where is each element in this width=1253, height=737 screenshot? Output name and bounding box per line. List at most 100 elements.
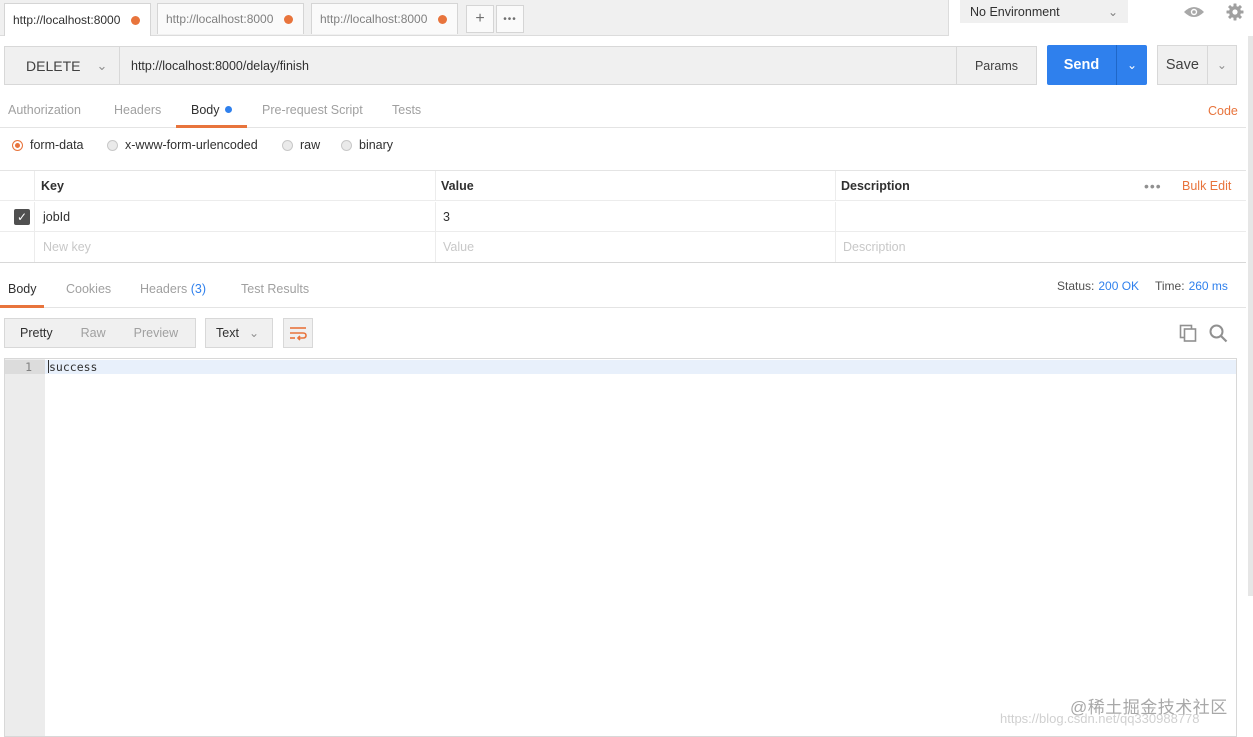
radio-label: raw (300, 138, 321, 152)
view-mode-group: Pretty Raw Preview (4, 318, 196, 348)
line-number-gutter (5, 359, 45, 736)
unsaved-dot-icon (131, 15, 140, 25)
tab-body[interactable]: Body (191, 103, 232, 117)
unsaved-dot-icon (284, 14, 293, 24)
tab-strip: http://localhost:8000 http://localhost:8… (0, 0, 1253, 36)
wrap-lines-button[interactable] (283, 318, 313, 348)
tab-headers[interactable]: Headers (114, 103, 161, 117)
url-text: http://localhost:8000/delay/finish (131, 58, 309, 73)
response-tab-headers[interactable]: Headers (3) (140, 282, 206, 296)
url-input[interactable]: http://localhost:8000/delay/finish (119, 46, 957, 85)
send-options-button[interactable]: ⌄ (1116, 45, 1147, 85)
environment-select[interactable]: No Environment ⌄ (960, 0, 1128, 23)
response-body-editor[interactable]: 1 success (4, 358, 1237, 737)
format-select[interactable]: Text ⌄ (205, 318, 273, 348)
checkmark-icon: ✓ (16, 210, 28, 224)
response-tab-test-results[interactable]: Test Results (241, 282, 309, 296)
new-tab-button[interactable]: + (466, 5, 494, 33)
eye-icon (1184, 7, 1204, 17)
view-raw-button[interactable]: Raw (67, 326, 120, 340)
radio-unchecked-icon (282, 139, 293, 151)
value-field[interactable]: 3 (437, 202, 450, 231)
request-tab-1[interactable]: http://localhost:8000 (4, 3, 151, 36)
tab-label: Headers (140, 282, 188, 296)
chevron-down-icon: ⌄ (1126, 58, 1138, 72)
wrap-lines-icon (290, 327, 307, 341)
radio-binary[interactable]: binary (341, 138, 393, 152)
code-line[interactable]: success (45, 360, 1236, 374)
generate-code-link[interactable]: Code (1208, 104, 1238, 118)
environment-quick-look-button[interactable] (1179, 0, 1209, 24)
view-pretty-button[interactable]: Pretty (5, 326, 67, 340)
request-tab-3[interactable]: http://localhost:8000 (311, 3, 458, 34)
view-preview-button[interactable]: Preview (120, 326, 192, 340)
plus-icon: + (475, 10, 485, 27)
more-options-icon[interactable]: ••• (1144, 178, 1162, 194)
tab-title: http://localhost:8000 (13, 13, 121, 27)
time-readout: Time: 260 ms (1155, 279, 1228, 293)
radio-x-www-form-urlencoded[interactable]: x-www-form-urlencoded (107, 138, 258, 152)
method-select[interactable]: DELETE ⌄ (4, 46, 120, 85)
chevron-down-icon: ⌄ (1107, 4, 1118, 19)
radio-checked-icon (12, 139, 23, 151)
tab-pre-request-script[interactable]: Pre-request Script (262, 103, 363, 117)
form-data-table: Key Value Description ••• Bulk Edit ✓ jo… (0, 170, 1246, 263)
status-label: Status: (1057, 279, 1095, 293)
table-header-row: Key Value Description ••• Bulk Edit (0, 171, 1246, 201)
environment-label: No Environment (970, 4, 1060, 19)
response-tab-body[interactable]: Body (8, 282, 37, 296)
save-button[interactable]: Save (1158, 57, 1207, 73)
unsaved-dot-icon (438, 14, 447, 24)
method-label: DELETE (26, 57, 81, 74)
tab-title: http://localhost:8000 (166, 12, 274, 26)
tab-tests[interactable]: Tests (392, 103, 421, 117)
has-content-dot-icon (224, 106, 232, 113)
new-row: New key Value Description (0, 232, 1246, 262)
watermark: @稀土掘金技术社区 (1070, 698, 1228, 717)
chevron-down-icon: ⌄ (1216, 58, 1227, 72)
time-label: Time: (1155, 279, 1185, 293)
new-key-input[interactable]: New key (37, 232, 91, 262)
scrollbar[interactable] (1248, 36, 1253, 596)
copy-icon[interactable] (1178, 323, 1198, 343)
code-line-text: success (49, 360, 98, 374)
more-icon: ••• (503, 13, 517, 25)
line-number: 1 (5, 360, 45, 374)
save-button-group: Save ⌄ (1157, 45, 1237, 85)
radio-unchecked-icon (107, 139, 118, 151)
key-field[interactable]: jobId (37, 202, 70, 231)
send-button[interactable]: Send (1047, 57, 1116, 73)
radio-unchecked-icon (341, 139, 352, 151)
manage-environments-button[interactable] (1220, 0, 1250, 24)
params-button[interactable]: Params (956, 46, 1037, 85)
save-options-button[interactable]: ⌄ (1206, 46, 1236, 84)
row-enabled-checkbox[interactable]: ✓ (14, 209, 30, 225)
status-value[interactable]: 200 OK (1098, 279, 1139, 293)
column-header-value: Value (441, 178, 474, 193)
gear-icon (1226, 3, 1244, 21)
radio-form-data[interactable]: form-data (12, 138, 84, 152)
headers-count: (3) (190, 282, 207, 296)
request-tab-2[interactable]: http://localhost:8000 (157, 3, 304, 34)
send-button-group: Send ⌄ (1047, 45, 1147, 85)
params-label: Params (974, 58, 1019, 73)
tab-authorization[interactable]: Authorization (8, 103, 81, 117)
radio-raw[interactable]: raw (282, 138, 320, 152)
new-value-input[interactable]: Value (437, 232, 474, 262)
tab-title: http://localhost:8000 (320, 12, 428, 26)
response-tab-cookies[interactable]: Cookies (66, 282, 111, 296)
environment-bar: No Environment ⌄ (948, 0, 1253, 36)
radio-label: binary (359, 138, 394, 152)
search-icon[interactable] (1208, 323, 1228, 343)
radio-label: x-www-form-urlencoded (125, 138, 258, 152)
tab-options-button[interactable]: ••• (496, 5, 524, 33)
description-field[interactable] (837, 202, 843, 231)
chevron-down-icon: ⌄ (248, 326, 259, 340)
response-tabs: Body Cookies Headers (3) Test Results St… (0, 263, 1246, 308)
format-label: Text (216, 326, 239, 340)
tab-body-label: Body (191, 103, 220, 117)
request-tabs: Authorization Headers Body Pre-request S… (0, 96, 1246, 128)
new-description-input[interactable]: Description (837, 232, 906, 262)
bulk-edit-link[interactable]: Bulk Edit (1182, 179, 1231, 193)
time-value[interactable]: 260 ms (1189, 279, 1228, 293)
